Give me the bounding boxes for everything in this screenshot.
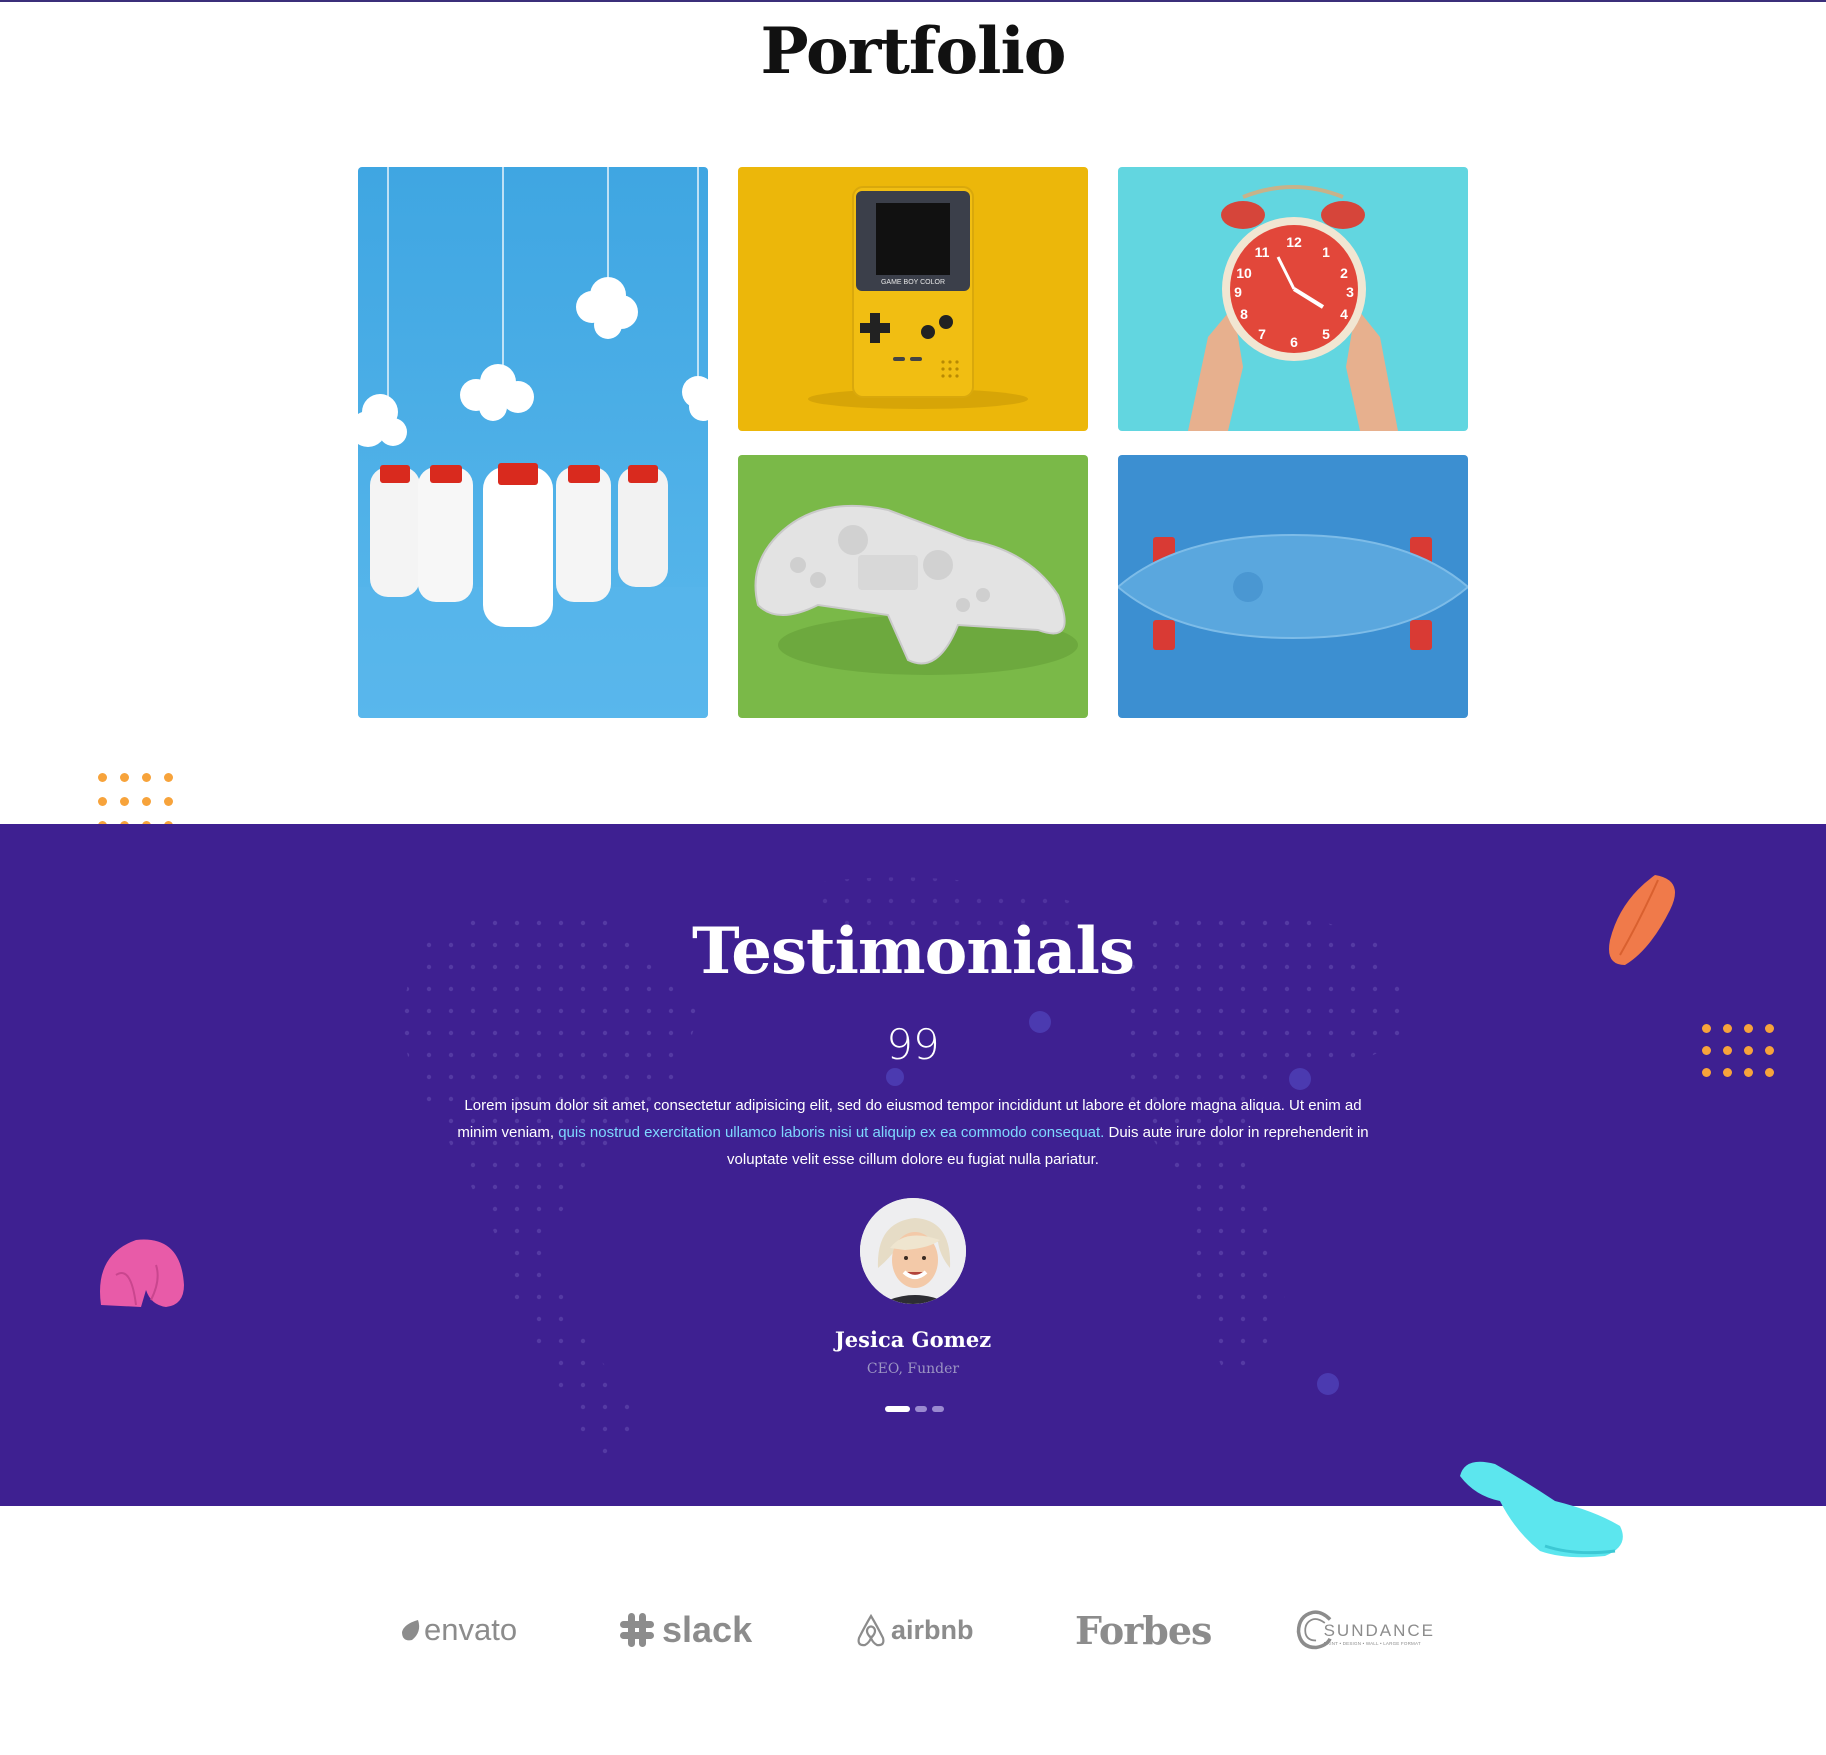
logo-slack[interactable]: slack bbox=[618, 1600, 778, 1660]
logo-envato-text: envato bbox=[424, 1612, 518, 1647]
svg-text:7: 7 bbox=[1258, 326, 1266, 342]
decor-cyan-blob-shape bbox=[1460, 1461, 1623, 1558]
svg-text:9: 9 bbox=[1234, 284, 1242, 300]
portfolio-item-skateboard[interactable] bbox=[1118, 455, 1468, 718]
logo-airbnb[interactable]: airbnb bbox=[855, 1600, 995, 1660]
person-name: Jesica Gomez bbox=[834, 1327, 992, 1352]
top-divider bbox=[0, 0, 1826, 2]
decor-pink-shape bbox=[100, 1239, 184, 1307]
svg-text:8: 8 bbox=[1240, 306, 1248, 322]
svg-text:11: 11 bbox=[1255, 244, 1270, 260]
person-photo bbox=[860, 1198, 966, 1304]
quote-highlight-link[interactable]: quis nostrud exercitation ullamco labori… bbox=[558, 1124, 1104, 1141]
portfolio-item-game-boy[interactable]: GAME BOY COLOR bbox=[738, 167, 1088, 431]
avatar bbox=[860, 1198, 966, 1304]
game-boy-image: GAME BOY COLOR bbox=[738, 167, 1088, 431]
airbnb-belo-icon bbox=[857, 1613, 885, 1647]
decor-dot-grid-right bbox=[1702, 1024, 1774, 1077]
skateboard-image bbox=[1118, 455, 1468, 718]
testimonial-quote: Lorem ipsum dolor sit amet, consectetur … bbox=[448, 1092, 1378, 1173]
logo-forbes[interactable]: Forbes bbox=[1075, 1600, 1235, 1660]
logo-airbnb-text: airbnb bbox=[891, 1614, 974, 1645]
svg-text:1: 1 bbox=[1322, 244, 1330, 260]
partner-logos: envato slack airbnb Forbes SUNDANCE PRIN… bbox=[390, 1600, 1440, 1660]
portfolio-item-game-controller[interactable] bbox=[738, 455, 1088, 718]
decor-orange-leaf-shape bbox=[1609, 875, 1675, 965]
logo-envato[interactable]: envato bbox=[400, 1600, 550, 1660]
testimonials-title: Testimonials bbox=[692, 914, 1135, 989]
logo-sundance[interactable]: SUNDANCE PRINT • DESIGN • WALL • LARGE F… bbox=[1295, 1600, 1435, 1660]
slide-dot-1[interactable] bbox=[885, 1406, 910, 1412]
svg-text:3: 3 bbox=[1346, 284, 1354, 300]
game-controller-image bbox=[738, 455, 1088, 718]
slider-pagination bbox=[885, 1406, 944, 1412]
logo-sundance-subtext: PRINT • DESIGN • WALL • LARGE FORMAT bbox=[1323, 1640, 1421, 1646]
svg-text:6: 6 bbox=[1290, 334, 1298, 350]
svg-text:12: 12 bbox=[1286, 234, 1302, 250]
svg-text:10: 10 bbox=[1236, 265, 1252, 281]
slack-hash-icon bbox=[620, 1613, 654, 1647]
svg-text:5: 5 bbox=[1322, 326, 1330, 342]
slide-dot-2[interactable] bbox=[915, 1406, 927, 1412]
logo-sundance-text: SUNDANCE bbox=[1323, 1620, 1435, 1640]
logo-forbes-text: Forbes bbox=[1075, 1607, 1212, 1653]
slide-dot-3[interactable] bbox=[932, 1406, 944, 1412]
alarm-clock-image: 12 12 3 45 6 7 8 9 1011 bbox=[1118, 167, 1468, 431]
portfolio-title: Portfolio bbox=[760, 14, 1067, 89]
svg-text:4: 4 bbox=[1340, 306, 1348, 322]
portfolio-item-milk-bottles[interactable] bbox=[358, 167, 708, 718]
svg-text:GAME BOY COLOR: GAME BOY COLOR bbox=[881, 279, 945, 286]
quote-icon: 99 bbox=[886, 1020, 940, 1069]
svg-text:2: 2 bbox=[1340, 265, 1348, 281]
milk-bottles-image bbox=[358, 167, 708, 718]
testimonials-section: Testimonials 99 Lorem ipsum dolor sit am… bbox=[0, 824, 1826, 1506]
portfolio-item-alarm-clock[interactable]: 12 1 2 3 45 6 7 8 9 10 11 bbox=[1118, 167, 1468, 431]
logo-slack-text: slack bbox=[662, 1609, 753, 1650]
envato-leaf-icon bbox=[402, 1620, 420, 1641]
person-role: CEO, Funder bbox=[866, 1361, 960, 1377]
